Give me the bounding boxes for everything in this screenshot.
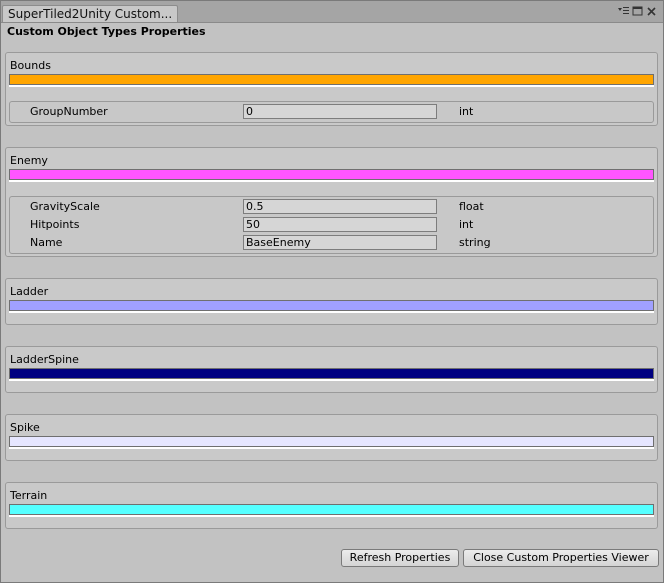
property-value-field[interactable]: 0.5	[243, 199, 437, 214]
property-value-field[interactable]: 50	[243, 217, 437, 232]
property-name: Hitpoints	[30, 218, 80, 231]
property-type: int	[459, 105, 474, 118]
property-name: GroupNumber	[30, 105, 108, 118]
color-swatch[interactable]	[9, 436, 654, 447]
color-swatch[interactable]	[9, 74, 654, 85]
property-type: int	[459, 218, 474, 231]
object-type-name: Terrain	[10, 489, 48, 502]
color-swatch[interactable]	[9, 368, 654, 379]
object-type-name: Bounds	[10, 59, 51, 72]
property-row: GravityScale 0.5 float	[10, 199, 653, 215]
property-name: Name	[30, 236, 63, 249]
property-value-field[interactable]: 0	[243, 104, 437, 119]
page-title: Custom Object Types Properties	[7, 25, 206, 38]
object-type-name: LadderSpine	[10, 353, 79, 366]
object-type-group-terrain: Terrain	[5, 482, 658, 529]
maximize-icon[interactable]	[632, 6, 643, 17]
tab-bar: SuperTiled2Unity Custom...	[1, 1, 663, 23]
property-value-field[interactable]: BaseEnemy	[243, 235, 437, 250]
swatch-divider	[9, 85, 654, 87]
close-viewer-button[interactable]: Close Custom Properties Viewer	[463, 549, 659, 567]
property-row: GroupNumber 0 int	[10, 104, 653, 120]
close-icon[interactable]	[646, 6, 657, 17]
property-row: Name BaseEnemy string	[10, 235, 653, 251]
properties-box: GravityScale 0.5 float Hitpoints 50 int …	[9, 196, 654, 254]
window-tab[interactable]: SuperTiled2Unity Custom...	[2, 5, 178, 22]
object-type-group-ladderspine: LadderSpine	[5, 346, 658, 393]
object-type-group-bounds: Bounds GroupNumber 0 int	[5, 52, 658, 126]
swatch-divider	[9, 447, 654, 449]
swatch-divider	[9, 379, 654, 381]
object-type-name: Ladder	[10, 285, 49, 298]
property-row: Hitpoints 50 int	[10, 217, 653, 233]
property-name: GravityScale	[30, 200, 100, 213]
object-type-name: Spike	[10, 421, 40, 434]
property-type: string	[459, 236, 491, 249]
object-type-group-spike: Spike	[5, 414, 658, 461]
property-type: float	[459, 200, 484, 213]
custom-properties-window: SuperTiled2Unity Custom... Custom Object…	[0, 0, 664, 583]
color-swatch[interactable]	[9, 169, 654, 180]
object-type-name: Enemy	[10, 154, 48, 167]
properties-box: GroupNumber 0 int	[9, 101, 654, 123]
window-controls	[618, 5, 657, 18]
swatch-divider	[9, 180, 654, 182]
object-type-group-enemy: Enemy GravityScale 0.5 float Hitpoints 5…	[5, 147, 658, 257]
swatch-divider	[9, 311, 654, 313]
refresh-properties-button[interactable]: Refresh Properties	[341, 549, 459, 567]
object-type-group-ladder: Ladder	[5, 278, 658, 325]
color-swatch[interactable]	[9, 504, 654, 515]
swatch-divider	[9, 515, 654, 517]
color-swatch[interactable]	[9, 300, 654, 311]
menu-icon[interactable]	[618, 6, 629, 17]
